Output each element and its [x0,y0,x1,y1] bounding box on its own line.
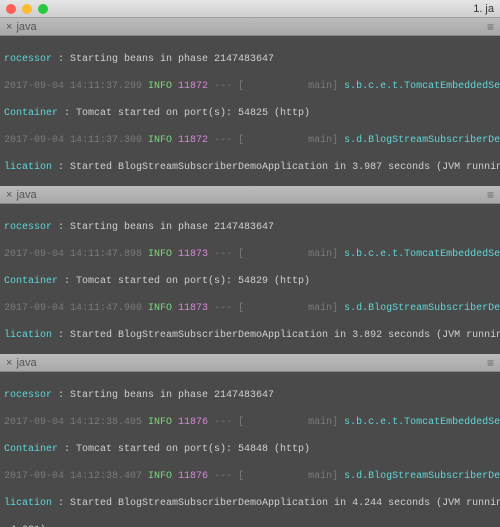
tab-label: java [16,21,36,33]
log-level: INFO [142,249,178,260]
class: s.b.c.e.t.TomcatEmbeddedServlet [338,417,500,428]
thread: main] [308,303,338,314]
logger: Container [4,444,58,455]
tab-label: java [16,189,36,201]
tab-close-icon[interactable]: × [6,357,12,369]
log-level: INFO [142,135,178,146]
log-msg: : Started BlogStreamSubscriberDemoApplic… [52,162,500,173]
pid: 11873 [178,249,208,260]
logger: Container [4,276,58,287]
tab-close-icon[interactable]: × [6,189,12,201]
tab-java[interactable]: × java [6,189,37,201]
class: s.d.BlogStreamSubscriberDemoApp [338,471,500,482]
log-msg: : Starting beans in phase 2147483647 [52,390,274,401]
pid: 11873 [178,303,208,314]
log-level: INFO [142,471,178,482]
tab-label: java [16,357,36,369]
class: s.b.c.e.t.TomcatEmbeddedServlet [338,81,500,92]
log-msg: : Starting beans in phase 2147483647 [52,54,274,65]
minimize-window-button[interactable] [22,4,32,14]
terminal-pane-3[interactable]: rocessor : Starting beans in phase 21474… [0,372,500,527]
pane-menu-icon[interactable]: ≡ [487,20,494,34]
log-msg: 4.621) [4,524,496,527]
log-level: INFO [142,303,178,314]
pane-menu-icon[interactable]: ≡ [487,188,494,202]
terminal-pane-1[interactable]: rocessor : Starting beans in phase 21474… [0,36,500,186]
pid: 11876 [178,417,208,428]
timestamp: 2017-09-04 14:12:38.407 [4,471,142,482]
log-msg: : Started BlogStreamSubscriberDemoApplic… [52,330,500,341]
timestamp: 2017-09-04 14:11:47.898 [4,249,142,260]
pane-tabbar: × java ≡ [0,186,500,204]
sep: --- [ [208,81,244,92]
log-msg: : Tomcat started on port(s): 54848 (http… [58,444,310,455]
window-titlebar: 1. ja [0,0,500,18]
log-level: INFO [142,417,178,428]
terminal-pane-2[interactable]: rocessor : Starting beans in phase 21474… [0,204,500,354]
logger: rocessor [4,222,52,233]
sep: --- [ [208,417,244,428]
close-window-button[interactable] [6,4,16,14]
class: s.d.BlogStreamSubscriberDemoApp [338,303,500,314]
tab-java[interactable]: × java [6,357,37,369]
logger: rocessor [4,390,52,401]
logger: lication [4,498,52,509]
timestamp: 2017-09-04 14:11:37.299 [4,81,142,92]
sep: --- [ [208,249,244,260]
pane-tabbar: × java ≡ [0,18,500,36]
log-level: INFO [142,81,178,92]
logger: Container [4,108,58,119]
class: s.b.c.e.t.TomcatEmbeddedServlet [338,249,500,260]
thread: main] [308,81,338,92]
traffic-lights [6,4,48,14]
pane-tabbar: × java ≡ [0,354,500,372]
log-msg: : Tomcat started on port(s): 54825 (http… [58,108,310,119]
logger: rocessor [4,54,52,65]
timestamp: 2017-09-04 14:11:47.900 [4,303,142,314]
pane-menu-icon[interactable]: ≡ [487,356,494,370]
log-msg: : Starting beans in phase 2147483647 [52,222,274,233]
timestamp: 2017-09-04 14:11:37.300 [4,135,142,146]
thread: main] [308,135,338,146]
tab-java[interactable]: × java [6,21,37,33]
window-title: 1. ja [473,3,494,15]
logger: lication [4,330,52,341]
thread: main] [308,417,338,428]
pid: 11876 [178,471,208,482]
pid: 11872 [178,135,208,146]
class: s.d.BlogStreamSubscriberDemoApp [338,135,500,146]
pid: 11872 [178,81,208,92]
sep: --- [ [208,135,244,146]
log-msg: : Started BlogStreamSubscriberDemoApplic… [52,498,500,509]
thread: main] [308,471,338,482]
sep: --- [ [208,303,244,314]
thread: main] [308,249,338,260]
sep: --- [ [208,471,244,482]
log-msg: : Tomcat started on port(s): 54829 (http… [58,276,310,287]
tab-close-icon[interactable]: × [6,21,12,33]
timestamp: 2017-09-04 14:12:38.405 [4,417,142,428]
maximize-window-button[interactable] [38,4,48,14]
logger: lication [4,162,52,173]
